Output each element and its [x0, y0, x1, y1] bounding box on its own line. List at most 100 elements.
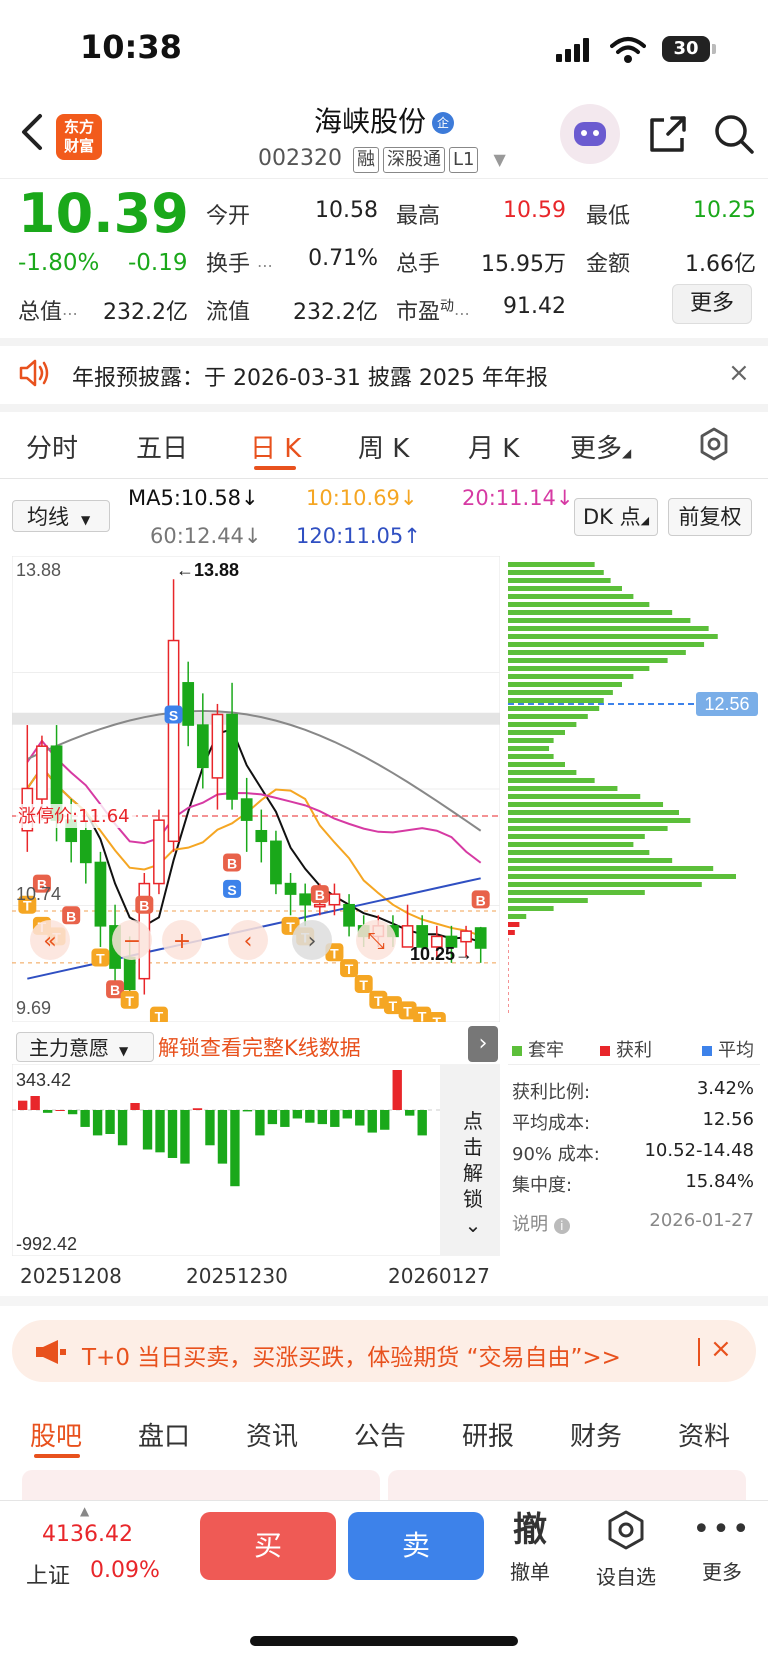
- click-unlock-text[interactable]: 点击解锁 ⌄: [462, 1108, 484, 1238]
- chip-bar: [508, 570, 604, 575]
- tab-daily-k[interactable]: 日 K: [250, 428, 301, 465]
- chip-distribution-chart: 12.56: [508, 562, 758, 1016]
- more-button[interactable]: ••• 更多: [682, 1508, 762, 1585]
- add-watchlist-button[interactable]: 设自选: [586, 1508, 666, 1590]
- tab-five-day[interactable]: 五日: [136, 428, 188, 465]
- stock-code: 002320: [258, 146, 342, 171]
- cancel-order-button[interactable]: 撤 撤单: [490, 1508, 570, 1585]
- close-icon[interactable]: ×: [710, 1334, 732, 1364]
- flow-bar-negative: [255, 1110, 265, 1136]
- main-force-chart[interactable]: 343.42 -992.42: [12, 1064, 500, 1256]
- chip-bar: [508, 770, 577, 775]
- tab-monthly-k[interactable]: 月 K: [468, 428, 519, 465]
- promo-text[interactable]: T+0 当日买卖，买涨买跌，体验期货 “交易自由”>>: [82, 1338, 621, 1372]
- close-icon[interactable]: ×: [728, 358, 750, 388]
- settings-gear-icon[interactable]: [696, 426, 732, 462]
- flow-min-label: -992.42: [16, 1234, 77, 1254]
- tab-orderbook[interactable]: 盘口: [138, 1416, 190, 1453]
- tab-announcements[interactable]: 公告: [354, 1416, 406, 1453]
- tab-research[interactable]: 研报: [462, 1416, 514, 1453]
- chip-bar: [508, 858, 673, 863]
- profit-ratio-label: 获利比例:: [512, 1082, 591, 1103]
- tab-finance[interactable]: 财务: [570, 1416, 622, 1453]
- index-name[interactable]: 上证: [26, 1558, 70, 1590]
- stock-code-line[interactable]: 002320 融深股通 L1 ▼: [258, 146, 506, 173]
- candle-body: [313, 903, 326, 908]
- more-quote-button[interactable]: 更多: [672, 284, 752, 324]
- index-value[interactable]: 4136.42: [42, 1522, 133, 1547]
- candle-body: [211, 713, 224, 779]
- battery-tip: [712, 44, 716, 54]
- forum-card[interactable]: [22, 1470, 380, 1500]
- legend-average: 平均: [702, 1036, 754, 1062]
- sell-marker-text: S: [227, 882, 236, 898]
- notice-text[interactable]: 年报预披露：于 2026-03-31 披露 2025 年年报: [72, 360, 548, 392]
- kline-chart[interactable]: BBBBBBBSSTTTTTTTTTTTTTTTT 13.88 10.74 9.…: [12, 556, 500, 1022]
- tab-more[interactable]: 更多◢: [570, 428, 631, 465]
- pe-value: 91.42: [503, 294, 566, 319]
- explain-link[interactable]: 说明 i: [512, 1210, 570, 1236]
- flow-bar-negative: [167, 1110, 178, 1158]
- candle-body: [255, 829, 268, 843]
- unlock-kline-link[interactable]: 解锁查看完整K线数据: [158, 1032, 361, 1062]
- candle-body: [79, 829, 92, 864]
- active-tab-indicator: [254, 466, 296, 470]
- concentration-value: 15.84%: [685, 1171, 754, 1192]
- indicator-selector[interactable]: 主力意愿 ▼: [16, 1032, 154, 1062]
- date-label-start: 20251208: [20, 1264, 122, 1288]
- trade-marker-text: T: [155, 1009, 164, 1022]
- flow-bar-positive: [392, 1070, 402, 1110]
- y-label-mid: 10.74: [16, 884, 61, 904]
- min-price-annotation: 10.25→: [410, 944, 473, 964]
- chip-bar: [508, 706, 600, 711]
- dk-point-button[interactable]: DK 点◢: [574, 498, 658, 536]
- info-icon: ⋯: [257, 256, 274, 275]
- trade-marker-text: T: [389, 998, 398, 1014]
- sell-button[interactable]: 卖: [348, 1512, 484, 1580]
- more-label: 更多: [702, 1560, 742, 1584]
- expand-chevron-icon[interactable]: ›: [468, 1026, 498, 1062]
- max-price-annotation: ←13.88: [176, 560, 239, 580]
- chart-control-icon: −: [123, 929, 141, 954]
- buy-button[interactable]: 买: [200, 1512, 336, 1580]
- caret-up-icon: ▲: [80, 1504, 90, 1518]
- buy-marker-text: B: [139, 898, 149, 914]
- flow-bar-negative: [230, 1110, 240, 1187]
- tab-forum[interactable]: 股吧: [30, 1416, 82, 1453]
- tab-news[interactable]: 资讯: [246, 1416, 298, 1453]
- candle-body: [343, 903, 355, 927]
- candle-body: [299, 893, 312, 906]
- tab-profile[interactable]: 资料: [678, 1416, 730, 1453]
- chip-bar: [508, 682, 622, 687]
- chip-bar: [508, 674, 634, 679]
- adjust-button[interactable]: 前复权: [668, 498, 752, 536]
- chip-bar: [508, 602, 650, 607]
- forum-card[interactable]: [388, 1470, 746, 1500]
- index-percent[interactable]: 0.09%: [90, 1558, 160, 1583]
- trade-marker-text: T: [433, 1014, 442, 1022]
- stats-divider: [508, 1064, 760, 1065]
- open-label: 今开: [206, 204, 251, 229]
- chart-control-icon: ‹: [244, 929, 253, 954]
- ma-selector[interactable]: 均线 ▼: [12, 500, 110, 532]
- chip-bar: [508, 914, 527, 919]
- tab-weekly-k[interactable]: 周 K: [358, 428, 409, 465]
- sell-marker-text: S: [169, 708, 178, 724]
- chip-bar: [508, 874, 736, 879]
- candle-body: [182, 682, 195, 726]
- candle-body: [284, 882, 297, 895]
- high-value: 10.59: [503, 198, 566, 223]
- enterprise-badge: 企: [432, 112, 454, 134]
- candle-body: [94, 861, 107, 927]
- tab-intraday[interactable]: 分时: [26, 428, 78, 465]
- volume-value: 15.95万: [481, 252, 566, 277]
- chip-bar: [508, 762, 565, 767]
- amount-value: 1.66亿: [685, 252, 756, 277]
- search-icon[interactable]: [712, 112, 756, 156]
- status-time: 10:38: [80, 28, 182, 66]
- flow-bar-negative: [217, 1110, 228, 1164]
- share-icon[interactable]: [648, 114, 688, 154]
- flow-bar-negative: [42, 1110, 53, 1113]
- flow-bar-negative: [205, 1110, 215, 1146]
- chip-bar: [508, 754, 554, 759]
